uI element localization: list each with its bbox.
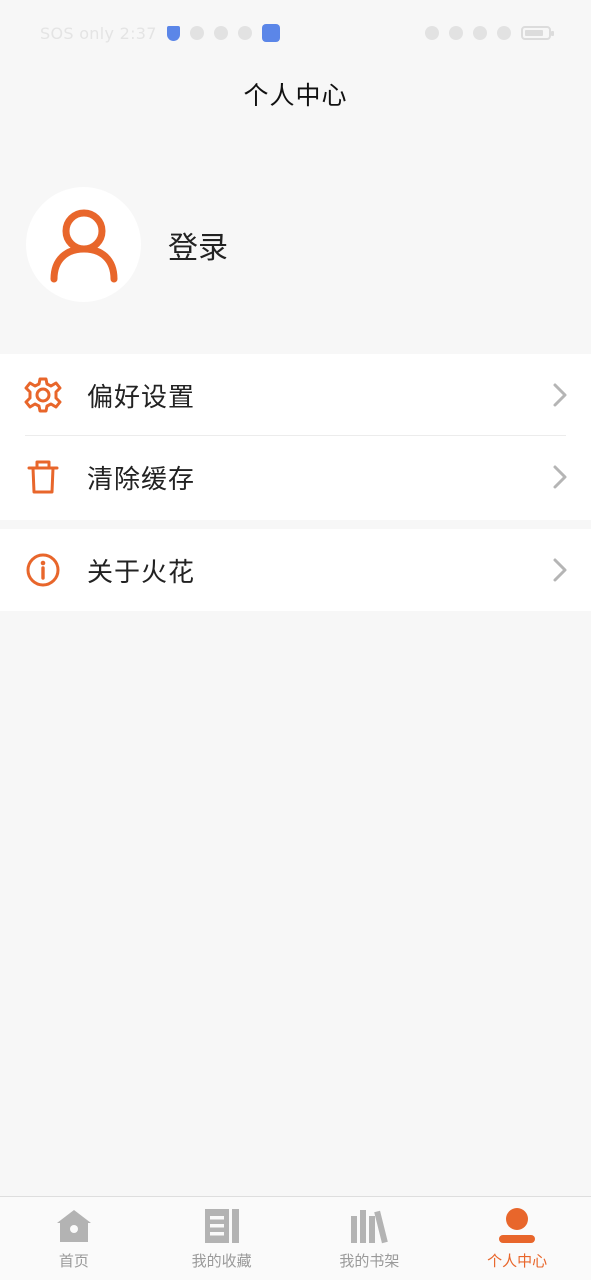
tab-favorites[interactable]: 我的收藏 [148, 1197, 296, 1280]
status-text: SOS only 2:37 [40, 23, 157, 43]
tab-home[interactable]: 首页 [0, 1197, 148, 1280]
shield-icon [166, 25, 180, 41]
tab-home-label: 首页 [58, 1252, 89, 1270]
bookmark-icon [202, 1207, 242, 1245]
bottom-tab-bar: 首页 我的收藏 我的书架 个人中心 [0, 1196, 591, 1280]
nfc-icon [425, 26, 439, 40]
trash-icon [24, 458, 62, 496]
wifi-icon [473, 26, 487, 40]
profile-icon [497, 1207, 537, 1245]
info-icon [24, 551, 62, 589]
status-left: SOS only 2:37 [40, 24, 280, 43]
sim-icon [497, 26, 511, 40]
tab-profile[interactable]: 个人中心 [443, 1197, 591, 1280]
user-icon [50, 209, 117, 282]
tab-bookshelf[interactable]: 我的书架 [296, 1197, 444, 1280]
status-right [425, 26, 554, 40]
profile-section[interactable]: 登录 [26, 187, 228, 302]
page-title: 个人中心 [243, 81, 348, 110]
chevron-right-icon [553, 558, 567, 582]
home-icon [54, 1207, 94, 1245]
bookshelf-icon [349, 1207, 389, 1245]
settings-menu-group: 偏好设置 清除缓存 [0, 354, 591, 520]
clear-cache-label: 清除缓存 [87, 464, 196, 495]
preferences-item[interactable]: 偏好设置 [0, 354, 591, 436]
profile-page: SOS only 2:37 个人中心 登录 偏好设置 清除缓存 关于火花 首页 … [0, 0, 591, 1280]
preferences-label: 偏好设置 [87, 382, 196, 413]
battery-icon [521, 26, 554, 40]
status-bar: SOS only 2:37 [0, 0, 591, 66]
about-item[interactable]: 关于火花 [0, 529, 591, 611]
about-menu-group: 关于火花 [0, 529, 591, 611]
vibrate-icon [449, 26, 463, 40]
bell-icon [189, 26, 204, 40]
tab-favorites-label: 我的收藏 [191, 1252, 252, 1270]
chevron-right-icon [553, 383, 567, 407]
about-label: 关于火花 [87, 557, 196, 588]
avatar[interactable] [26, 187, 141, 302]
tab-profile-label: 个人中心 [487, 1252, 548, 1270]
clear-cache-item[interactable]: 清除缓存 [0, 436, 591, 518]
chevron-right-icon [553, 465, 567, 489]
app-badge-icon [261, 24, 280, 42]
gear-icon [24, 376, 62, 414]
download-icon [237, 26, 252, 40]
tab-bookshelf-label: 我的书架 [339, 1252, 400, 1270]
login-link[interactable]: 登录 [168, 223, 228, 267]
vpn-icon [213, 26, 228, 40]
